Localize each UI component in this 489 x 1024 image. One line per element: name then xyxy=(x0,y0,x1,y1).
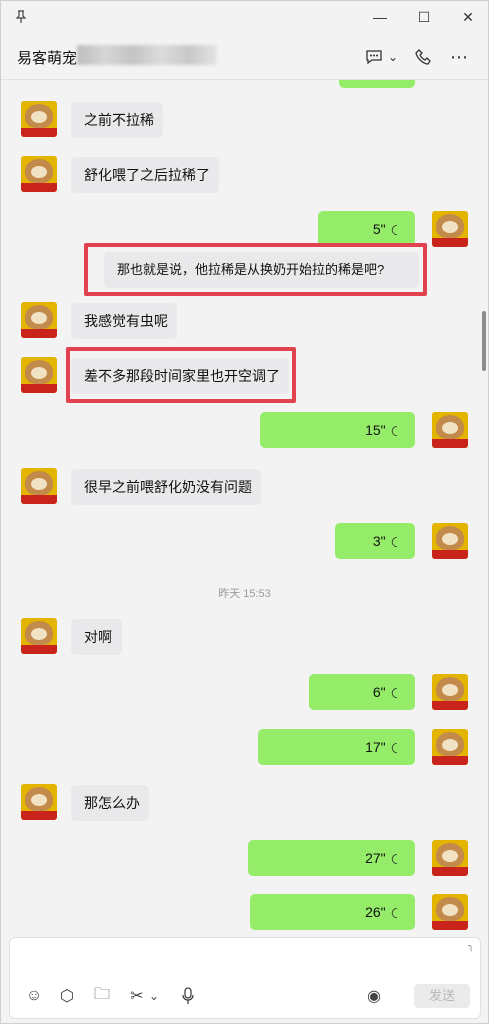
incoming-message[interactable]: 我感觉有虫呢 xyxy=(71,303,177,339)
avatar[interactable] xyxy=(21,357,57,393)
avatar[interactable] xyxy=(21,156,57,192)
avatar[interactable] xyxy=(21,784,57,820)
folder-icon[interactable]: 🗀 xyxy=(92,986,112,1006)
message-list[interactable]: 之前不拉稀 舒化喂了之后拉稀了 5" ◡ 那也就是说，他拉稀是从换奶开始拉的稀是吧… xyxy=(1,80,488,937)
send-button[interactable]: 发送 xyxy=(414,984,470,1008)
voice-message[interactable]: 3" ◡ xyxy=(335,523,415,559)
chevron-down-icon[interactable]: ⌄ xyxy=(148,986,160,1006)
voice-wave-icon: ◡ xyxy=(390,687,406,699)
partial-voice-bubble[interactable] xyxy=(339,80,415,88)
chat-window: — ☐ ✕ 易客萌宠 ⌄ ⋯ 之前不拉稀 舒化喂了之后拉稀了 5" ◡ 那也就是说… xyxy=(0,0,489,1024)
more-icon[interactable]: ⋯ xyxy=(449,45,469,69)
avatar-self[interactable] xyxy=(432,840,468,876)
avatar[interactable] xyxy=(21,302,57,338)
voice-message[interactable]: 17" ◡ xyxy=(258,729,415,765)
incoming-message[interactable]: 很早之前喂舒化奶没有问题 xyxy=(71,469,261,505)
title-bar: — ☐ ✕ xyxy=(1,1,488,35)
maximize-button[interactable]: ☐ xyxy=(412,5,436,29)
chat-bubble-icon[interactable] xyxy=(365,45,383,69)
avatar-self[interactable] xyxy=(432,211,468,247)
voice-wave-icon: ◡ xyxy=(390,907,406,919)
emoji-icon[interactable]: ☺ xyxy=(24,986,44,1006)
incoming-message[interactable]: 之前不拉稀 xyxy=(71,102,163,138)
voice-wave-icon: ◡ xyxy=(390,853,406,865)
avatar[interactable] xyxy=(21,468,57,504)
incoming-message[interactable]: 舒化喂了之后拉稀了 xyxy=(71,157,219,193)
voice-message[interactable]: 15" ◡ xyxy=(260,412,415,448)
chat-bubble-icon-svg xyxy=(366,50,382,65)
avatar-self[interactable] xyxy=(432,894,468,930)
favorites-icon[interactable]: ⬡ xyxy=(57,986,77,1006)
voice-input-icon[interactable]: ◉ xyxy=(364,986,384,1006)
chevron-down-icon[interactable]: ⌄ xyxy=(387,45,399,69)
avatar-self[interactable] xyxy=(432,412,468,448)
voice-wave-icon: ◡ xyxy=(390,425,406,437)
voice-message[interactable]: 6" ◡ xyxy=(309,674,415,710)
incoming-message[interactable]: 那怎么办 xyxy=(71,785,149,821)
redacted-name-blur xyxy=(77,45,217,65)
voice-message[interactable]: 26" ◡ xyxy=(250,894,415,930)
voice-wave-icon: ◡ xyxy=(390,536,406,548)
avatar-self[interactable] xyxy=(432,729,468,765)
scrollbar[interactable] xyxy=(482,311,486,371)
microphone-icon[interactable] xyxy=(178,986,198,1006)
pin-icon-svg xyxy=(15,10,27,23)
chat-header: 易客萌宠 ⌄ ⋯ xyxy=(1,35,488,80)
avatar[interactable] xyxy=(21,618,57,654)
timestamp: 昨天 15:53 xyxy=(218,588,271,600)
phone-icon-svg xyxy=(415,49,431,65)
minimize-button[interactable]: — xyxy=(368,5,392,29)
contact-name: 易客萌宠 xyxy=(17,50,78,67)
microphone-icon-svg xyxy=(182,987,194,1004)
voice-wave-icon: ◡ xyxy=(390,224,406,236)
close-button[interactable]: ✕ xyxy=(456,5,480,29)
voice-message[interactable]: 5" ◡ xyxy=(318,211,415,247)
resize-handle-icon[interactable]: ╮ xyxy=(468,941,474,952)
message-input-area[interactable]: ╮ ☺ ⬡ 🗀 ✂ ⌄ ◉ 发送 xyxy=(9,937,481,1019)
avatar[interactable] xyxy=(21,101,57,137)
pin-icon[interactable] xyxy=(9,5,33,29)
scissors-icon[interactable]: ✂ xyxy=(128,986,146,1006)
incoming-message[interactable]: 对啊 xyxy=(71,619,122,655)
incoming-message[interactable]: 差不多那段时间家里也开空调了 xyxy=(71,358,289,394)
avatar-self[interactable] xyxy=(432,523,468,559)
avatar-self[interactable] xyxy=(432,674,468,710)
quoted-message[interactable]: 那也就是说，他拉稀是从换奶开始拉的稀是吧? xyxy=(104,252,419,288)
voice-message[interactable]: 27" ◡ xyxy=(248,840,415,876)
phone-icon[interactable] xyxy=(414,45,434,69)
voice-wave-icon: ◡ xyxy=(390,742,406,754)
